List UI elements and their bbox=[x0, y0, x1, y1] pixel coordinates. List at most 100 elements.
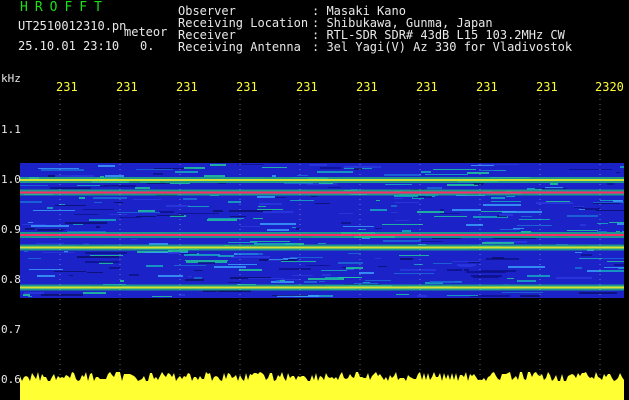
noise-streak bbox=[152, 296, 172, 297]
noise-streak bbox=[375, 258, 381, 259]
frequency-tick: 1.1 bbox=[1, 123, 21, 136]
noise-streak bbox=[593, 202, 624, 203]
noise-streak bbox=[257, 209, 283, 210]
noise-streak bbox=[452, 261, 480, 262]
noise-streak bbox=[228, 201, 241, 203]
frequency-unit-label: kHz bbox=[1, 72, 21, 85]
noise-streak bbox=[315, 203, 330, 204]
noise-streak bbox=[580, 224, 586, 226]
noise-streak bbox=[90, 255, 123, 256]
frequency-tick: 0.8 bbox=[1, 273, 21, 286]
noise-streak bbox=[343, 226, 374, 227]
time-tick: 231 bbox=[56, 80, 78, 94]
noise-streak bbox=[153, 173, 163, 175]
noise-streak bbox=[37, 275, 55, 277]
noise-streak bbox=[617, 223, 624, 225]
noise-streak bbox=[306, 265, 330, 266]
noise-streak bbox=[28, 296, 32, 297]
noise-streak bbox=[607, 261, 624, 262]
noise-streak bbox=[22, 224, 46, 225]
noise-streak bbox=[109, 214, 127, 215]
noise-streak bbox=[597, 231, 607, 232]
noise-streak bbox=[25, 228, 35, 230]
spectrogram-image bbox=[20, 163, 624, 298]
noise-streak bbox=[491, 197, 505, 199]
noise-streak bbox=[183, 198, 197, 200]
time-tick: 231 bbox=[296, 80, 318, 94]
noise-streak bbox=[421, 171, 431, 173]
noise-streak bbox=[574, 207, 583, 208]
noise-streak bbox=[296, 228, 300, 230]
noise-streak bbox=[29, 269, 63, 270]
noise-streak bbox=[581, 254, 592, 256]
noise-streak bbox=[500, 229, 520, 230]
noise-streak bbox=[391, 212, 398, 213]
noise-streak bbox=[89, 219, 116, 221]
noise-streak bbox=[267, 229, 289, 231]
noise-streak bbox=[440, 213, 460, 214]
noise-streak bbox=[344, 166, 381, 168]
noise-streak bbox=[363, 282, 370, 283]
noise-streak bbox=[311, 196, 317, 197]
noise-streak bbox=[194, 270, 203, 271]
noise-streak bbox=[133, 199, 161, 200]
noise-streak bbox=[271, 281, 294, 283]
noise-streak bbox=[207, 219, 237, 221]
noise-streak bbox=[384, 174, 421, 176]
noise-streak bbox=[110, 185, 127, 186]
brand-title: HROFFT bbox=[20, 0, 109, 15]
noise-streak bbox=[341, 222, 351, 224]
noise-streak bbox=[378, 266, 387, 267]
noise-streak bbox=[147, 183, 170, 184]
noise-streak bbox=[36, 243, 64, 244]
noise-streak bbox=[491, 201, 521, 202]
noise-streak bbox=[320, 167, 341, 169]
noise-streak bbox=[117, 212, 160, 213]
noise-streak bbox=[74, 214, 98, 215]
noise-streak bbox=[228, 264, 257, 265]
noise-streak bbox=[28, 258, 41, 259]
noise-streak bbox=[185, 260, 228, 261]
noise-streak bbox=[358, 229, 366, 230]
noise-streak bbox=[168, 252, 180, 254]
noise-streak bbox=[218, 255, 234, 257]
noise-streak bbox=[464, 269, 469, 271]
noise-streak bbox=[425, 174, 468, 175]
noise-streak bbox=[185, 279, 204, 281]
noise-streak bbox=[513, 228, 524, 229]
time-tick: 231 bbox=[356, 80, 378, 94]
noise-streak bbox=[198, 262, 215, 264]
noise-streak bbox=[24, 292, 44, 294]
noise-streak bbox=[383, 240, 421, 242]
noise-streak bbox=[290, 200, 314, 201]
noise-streak bbox=[292, 227, 296, 228]
noise-streak bbox=[55, 175, 94, 177]
noise-streak bbox=[260, 223, 296, 225]
noise-streak bbox=[279, 268, 311, 270]
noise-streak bbox=[599, 270, 624, 272]
signal-band-core bbox=[20, 191, 624, 194]
noise-streak bbox=[20, 201, 42, 203]
noise-streak bbox=[417, 295, 427, 297]
time-tick: 2320 bbox=[595, 80, 624, 94]
noise-streak bbox=[77, 256, 119, 258]
noise-streak bbox=[308, 278, 344, 280]
noise-streak bbox=[607, 183, 614, 185]
noise-streak bbox=[483, 204, 521, 206]
noise-streak bbox=[276, 280, 280, 282]
noise-streak bbox=[573, 206, 584, 207]
time-tick: 231 bbox=[176, 80, 198, 94]
noise-streak bbox=[146, 265, 163, 267]
noise-streak bbox=[535, 188, 567, 189]
noise-streak bbox=[399, 255, 429, 256]
noise-streak bbox=[41, 169, 84, 171]
signal-band-core bbox=[20, 286, 624, 289]
noise-streak bbox=[613, 200, 623, 202]
noise-streak bbox=[478, 164, 519, 165]
signal-band-core bbox=[20, 234, 624, 236]
signal-band-core bbox=[20, 179, 624, 181]
noise-streak bbox=[131, 239, 137, 240]
noise-streak bbox=[93, 197, 127, 199]
noise-streak bbox=[159, 211, 174, 213]
noise-streak bbox=[385, 184, 412, 185]
